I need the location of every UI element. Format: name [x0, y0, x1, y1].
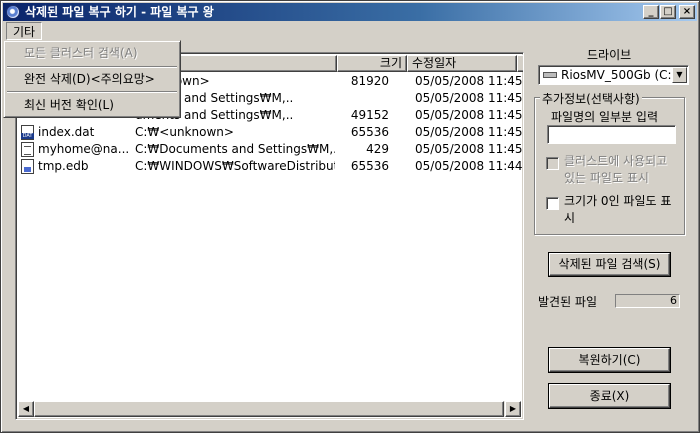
file-name: myhome@na...	[38, 142, 130, 156]
file-name: tmp.edb	[38, 159, 89, 173]
app-icon	[6, 5, 20, 19]
etc-dropdown-menu: 모든 클러스터 검색(A) 완전 삭제(D)<주의요망> 최신 버전 확인(L)	[3, 40, 181, 118]
window-title: 삭제된 파일 복구 하기 - 파일 복구 왕	[25, 5, 214, 19]
scroll-thumb[interactable]	[34, 401, 504, 417]
file-size: 81920	[350, 74, 389, 88]
found-files-count: 6	[615, 294, 680, 308]
file-date: 05/05/2008 11:44	[415, 159, 523, 173]
found-files-label: 발견된 파일	[538, 295, 598, 309]
menu-search-all-clusters[interactable]: 모든 클러스터 검색(A)	[7, 43, 177, 63]
file-row[interactable]: index.dat C:₩<unknown> 65536 05/05/2008 …	[18, 124, 523, 141]
extra-info-title: 추가정보(선택사항)	[540, 90, 642, 107]
menu-bar: 기타	[3, 22, 697, 41]
include-cluster-label: 클러스트에 사용되고 있는 파일도 표시	[564, 154, 668, 185]
drive-select[interactable]: RiosMV_500Gb (C:) ▼	[538, 65, 689, 85]
file-name: index.dat	[38, 125, 95, 139]
zero-size-checkbox[interactable]	[546, 197, 559, 210]
file-date: 05/05/2008 11:45	[415, 74, 523, 88]
partial-name-label: 파일명의 일부분 입력	[551, 110, 658, 124]
file-size: 65536	[350, 159, 389, 173]
zero-size-label: 크기가 0인 파일도 표시	[564, 194, 672, 225]
menu-check-update[interactable]: 최신 버전 확인(L)	[7, 95, 177, 115]
menu-separator	[7, 66, 177, 68]
file-date: 05/05/2008 11:45	[415, 108, 523, 122]
minimize-button[interactable]: _	[643, 5, 659, 19]
horizontal-scrollbar[interactable]: ◀ ▶	[18, 401, 521, 417]
drive-label: 드라이브	[587, 48, 632, 62]
file-row[interactable]: tmp.edb C:₩WINDOWS₩SoftwareDistribut,.. …	[18, 158, 523, 175]
menu-etc[interactable]: 기타	[6, 22, 43, 40]
file-row[interactable]: myhome@na... C:₩Documents and Settings₩M…	[18, 141, 523, 158]
file-date: 05/05/2008 11:45	[415, 142, 523, 156]
scroll-left-icon[interactable]: ◀	[18, 401, 34, 417]
file-path: C:₩WINDOWS₩SoftwareDistribut,..	[135, 159, 335, 173]
column-date[interactable]: 수정일자	[407, 55, 517, 72]
file-size: 429	[366, 142, 389, 156]
app-window: 삭제된 파일 복구 하기 - 파일 복구 왕 _ □ × 기타 크기 수정일자 …	[0, 0, 700, 433]
menu-separator	[7, 91, 177, 93]
file-date: 05/05/2008 11:45	[415, 125, 523, 139]
title-bar[interactable]: 삭제된 파일 복구 하기 - 파일 복구 왕 _ □ ×	[3, 3, 697, 21]
close-button[interactable]: ×	[679, 5, 695, 19]
hard-drive-icon	[543, 72, 557, 78]
file-size: 49152	[350, 108, 389, 122]
partial-name-input[interactable]	[547, 125, 676, 144]
maximize-button[interactable]: □	[660, 5, 676, 19]
file-path: C:₩<unknown>	[135, 125, 234, 139]
scroll-right-icon[interactable]: ▶	[505, 401, 521, 417]
restore-button[interactable]: 복원하기(C)	[549, 348, 670, 372]
file-size: 65536	[350, 125, 389, 139]
column-extra	[517, 55, 523, 72]
include-cluster-checkbox[interactable]	[546, 157, 559, 170]
column-size[interactable]: 크기	[337, 55, 407, 72]
file-path: C:₩Documents and Settings₩M,..	[135, 142, 335, 156]
file-date: 05/05/2008 11:45	[415, 91, 523, 105]
chevron-down-icon[interactable]: ▼	[672, 67, 687, 83]
search-deleted-files-button[interactable]: 삭제된 파일 검색(S)	[549, 253, 670, 276]
drive-selected-value: RiosMV_500Gb (C:)	[561, 68, 677, 82]
exit-button[interactable]: 종료(X)	[549, 384, 670, 408]
menu-secure-delete[interactable]: 완전 삭제(D)<주의요망>	[7, 69, 177, 89]
